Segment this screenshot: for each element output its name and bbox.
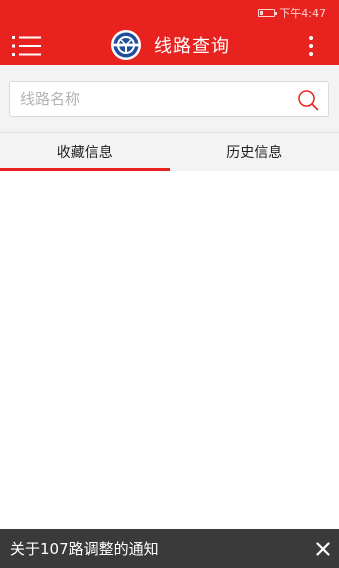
notice-text[interactable]: 关于107路调整的通知 bbox=[10, 538, 159, 559]
tab-favorites[interactable]: 收藏信息 bbox=[0, 133, 170, 172]
search-area bbox=[0, 65, 339, 132]
app-bar: 线路查询 bbox=[0, 25, 339, 65]
battery-icon bbox=[258, 8, 278, 17]
more-vertical-icon[interactable] bbox=[305, 33, 317, 59]
list-menu-icon[interactable] bbox=[12, 35, 42, 57]
tab-bar: 收藏信息 历史信息 bbox=[0, 132, 339, 172]
tab-history-label: 历史信息 bbox=[226, 145, 283, 161]
search-box bbox=[9, 81, 329, 117]
tab-favorites-label: 收藏信息 bbox=[56, 145, 113, 161]
close-icon[interactable] bbox=[316, 541, 330, 556]
favorites-list bbox=[0, 171, 339, 529]
route-search-input[interactable] bbox=[10, 82, 290, 116]
app-title-group: 线路查询 bbox=[110, 29, 230, 61]
tab-history[interactable]: 历史信息 bbox=[170, 133, 339, 171]
status-time: 下午4:47 bbox=[279, 6, 326, 20]
notice-bar: 关于107路调整的通知 bbox=[0, 529, 339, 568]
page-title: 线路查询 bbox=[154, 36, 230, 57]
transit-logo-icon bbox=[111, 30, 141, 60]
search-icon[interactable] bbox=[297, 89, 319, 111]
status-bar: 下午4:47 bbox=[0, 0, 339, 25]
